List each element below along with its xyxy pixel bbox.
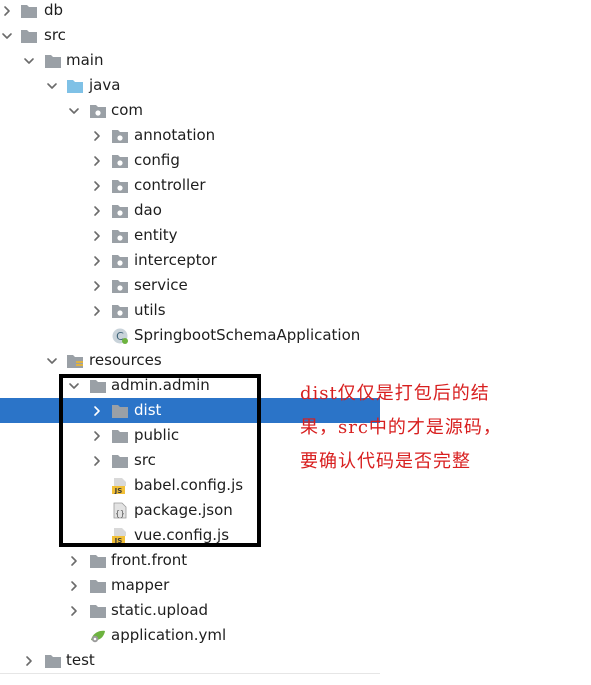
package-icon (111, 177, 129, 194)
resources-folder-icon (66, 352, 84, 369)
annotation-line-2: 果，src中的才是源码， (300, 417, 502, 438)
tree-row[interactable]: test (0, 648, 380, 673)
tree-row[interactable]: main (0, 48, 380, 73)
highlight-box (59, 374, 261, 547)
chevron-down-icon[interactable] (0, 23, 14, 48)
tree-item-label: java (89, 76, 121, 94)
package-icon (111, 227, 129, 244)
tree-row[interactable]: static.upload (0, 598, 380, 623)
package-icon (111, 277, 129, 294)
tree-item-label: entity (134, 226, 178, 244)
annotation-line-1: dist仅仅是打包后的结 (300, 383, 490, 404)
chevron-down-icon[interactable] (45, 73, 59, 98)
tree-row[interactable]: annotation (0, 123, 380, 148)
tree-item-label: service (134, 276, 188, 294)
package-icon (111, 252, 129, 269)
tree-item-label: dao (134, 201, 162, 219)
chevron-down-icon[interactable] (22, 48, 36, 73)
chevron-right-icon[interactable] (90, 148, 104, 173)
chevron-right-icon[interactable] (67, 548, 81, 573)
tree-item-label: config (134, 151, 180, 169)
tree-item-label: annotation (134, 126, 216, 144)
chevron-right-icon[interactable] (90, 173, 104, 198)
tree-row[interactable]: front.front (0, 548, 380, 573)
chevron-right-icon[interactable] (90, 273, 104, 298)
chevron-down-icon[interactable] (45, 348, 59, 373)
yml-file-icon (89, 627, 107, 644)
tree-row[interactable]: utils (0, 298, 380, 323)
tree-row[interactable]: config (0, 148, 380, 173)
folder-icon (20, 2, 38, 19)
tree-item-label: front.front (111, 551, 188, 569)
tree-item-label: controller (134, 176, 206, 194)
tree-row[interactable]: service (0, 273, 380, 298)
tree-item-label: utils (134, 301, 166, 319)
tree-row[interactable]: mapper (0, 573, 380, 598)
tree-row[interactable]: dao (0, 198, 380, 223)
package-icon (111, 152, 129, 169)
tree-row[interactable]: src (0, 23, 380, 48)
package-icon (89, 102, 107, 119)
tree-item-label: db (44, 1, 64, 19)
tree-item-label: src (44, 26, 66, 44)
tree-item-label: resources (89, 351, 162, 369)
tree-row[interactable]: application.yml (0, 623, 380, 648)
tree-item-label: com (111, 101, 144, 119)
tree-item-label: application.yml (111, 626, 227, 644)
tree-row[interactable]: controller (0, 173, 380, 198)
folder-icon (89, 552, 107, 569)
package-icon (111, 202, 129, 219)
tree-row[interactable]: interceptor (0, 248, 380, 273)
folder-icon (89, 577, 107, 594)
tree-item-label: mapper (111, 576, 170, 594)
folder-icon (44, 52, 62, 69)
package-icon (111, 302, 129, 319)
tree-item-label: SpringbootSchemaApplication (134, 326, 361, 344)
folder-icon (89, 602, 107, 619)
tree-row[interactable]: db (0, 0, 380, 23)
tree-row[interactable]: java (0, 73, 380, 98)
tree-item-label: static.upload (111, 601, 209, 619)
tree-item-label: interceptor (134, 251, 217, 269)
chevron-right-icon[interactable] (90, 298, 104, 323)
chevron-right-icon[interactable] (90, 123, 104, 148)
chevron-right-icon[interactable] (67, 598, 81, 623)
tree-row[interactable]: resources (0, 348, 380, 373)
folder-icon (44, 652, 62, 669)
source-folder-icon (66, 77, 84, 94)
chevron-down-icon[interactable] (67, 98, 81, 123)
divider (0, 673, 380, 674)
tree-item-label: test (66, 651, 95, 669)
folder-icon (20, 27, 38, 44)
project-tree: db src main java com annotation config controll… (0, 0, 591, 685)
spring-class-icon: C (111, 327, 129, 344)
annotation-line-3: 要确认代码是否完整 (300, 451, 471, 472)
annotation-note: dist仅仅是打包后的结 果，src中的才是源码， 要确认代码是否完整 (300, 377, 550, 479)
chevron-right-icon[interactable] (90, 223, 104, 248)
chevron-right-icon[interactable] (90, 198, 104, 223)
chevron-right-icon[interactable] (0, 0, 14, 23)
tree-row[interactable]: com (0, 98, 380, 123)
package-icon (111, 127, 129, 144)
tree-row[interactable]: entity (0, 223, 380, 248)
tree-row[interactable]: C SpringbootSchemaApplication (0, 323, 380, 348)
chevron-right-icon[interactable] (67, 573, 81, 598)
chevron-right-icon[interactable] (22, 648, 36, 673)
chevron-right-icon[interactable] (90, 248, 104, 273)
tree-item-label: main (66, 51, 104, 69)
